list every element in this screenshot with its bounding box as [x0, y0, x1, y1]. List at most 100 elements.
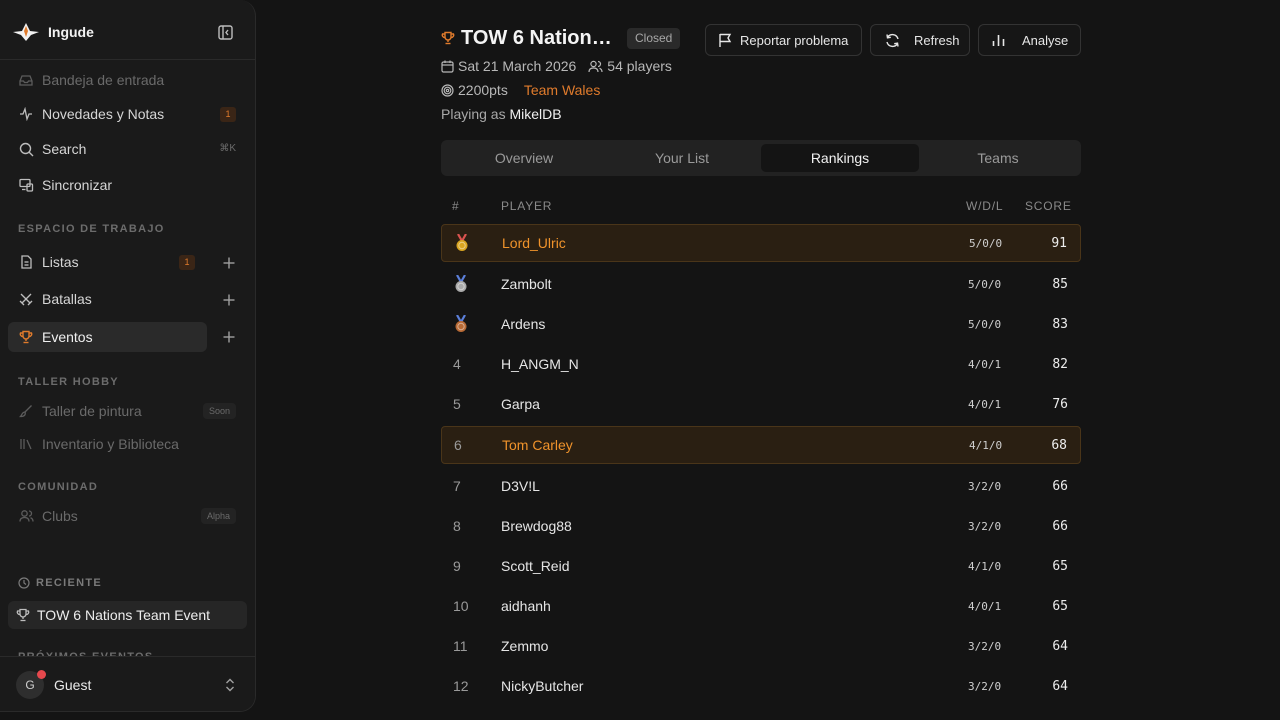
- player-name-cell[interactable]: Tom Carley: [502, 427, 573, 463]
- soon-badge: Soon: [202, 403, 236, 419]
- recent-event-item[interactable]: TOW 6 Nations Team Event: [8, 601, 247, 629]
- event-header: TOW 6 Nations Team Event: [441, 26, 619, 50]
- chevrons-up-down-icon[interactable]: [223, 677, 237, 693]
- player-name-cell[interactable]: Lord_Ulric: [502, 225, 566, 261]
- brand[interactable]: Ingude: [12, 20, 94, 44]
- table-row[interactable]: Ardens 5/0/0 83: [441, 305, 1081, 343]
- sidebar-item-label: Batallas: [42, 291, 92, 307]
- sidebar-item-inbox[interactable]: Bandeja de entrada: [8, 65, 246, 95]
- wdl-cell: 3/2/0: [968, 519, 1002, 533]
- sidebar-item-label: Listas: [42, 254, 79, 270]
- collapse-sidebar-icon[interactable]: [214, 21, 236, 43]
- add-battle-button[interactable]: [219, 290, 239, 310]
- wdl-cell: 3/2/0: [968, 679, 1002, 693]
- wdl-cell: 5/0/0: [968, 317, 1002, 331]
- wdl-cell: 3/2/0: [968, 639, 1002, 653]
- rank-cell: 9: [453, 558, 461, 574]
- tab-rankings[interactable]: Rankings: [761, 144, 919, 172]
- rank-cell: 6: [454, 437, 462, 453]
- recent-label-text: RECIENTE: [36, 577, 103, 589]
- table-row[interactable]: 4 H_ANGM_N 4/0/1 82: [441, 345, 1081, 383]
- gold-medal-icon: [454, 225, 470, 261]
- sidebar-item-label: Taller de pintura: [42, 403, 142, 419]
- wdl-cell: 4/0/1: [968, 357, 1002, 371]
- player-name-cell[interactable]: NickyButcher: [501, 667, 583, 705]
- sidebar-item-label: Search: [42, 141, 87, 157]
- table-row[interactable]: 9 Scott_Reid 4/1/0 65: [441, 547, 1081, 585]
- player-name-cell[interactable]: Brewdog88: [501, 507, 572, 545]
- table-row[interactable]: 12 NickyButcher 3/2/0 64: [441, 667, 1081, 705]
- alpha-badge: Alpha: [200, 508, 236, 524]
- sidebar: Ingude Bandeja de entrada Novedades y No…: [0, 0, 256, 712]
- rank-cell: 12: [453, 678, 469, 694]
- event-players-text: 54 players: [607, 58, 672, 74]
- table-row[interactable]: 8 Brewdog88 3/2/0 66: [441, 507, 1081, 545]
- sidebar-item-battles[interactable]: Batallas: [8, 284, 205, 314]
- col-header-wdl: W/D/L: [966, 199, 1004, 213]
- table-row[interactable]: 10 aidhanh 4/0/1 65: [441, 587, 1081, 625]
- score-cell: 64: [1052, 678, 1068, 694]
- sidebar-item-lists[interactable]: Listas 1: [8, 247, 205, 277]
- event-players: 54 players: [588, 58, 672, 74]
- sidebar-item-news[interactable]: Novedades y Notas 1: [8, 99, 246, 129]
- refresh-button[interactable]: Refresh: [870, 24, 970, 56]
- event-date: Sat 21 March 2026: [441, 58, 576, 74]
- rank-cell: 11: [453, 638, 468, 654]
- bronze-medal-icon: [453, 305, 469, 343]
- player-name-cell[interactable]: Garpa: [501, 385, 540, 423]
- score-cell: 82: [1052, 356, 1068, 372]
- player-name-cell[interactable]: D3V!L: [501, 467, 540, 505]
- event-date-text: Sat 21 March 2026: [458, 58, 577, 74]
- search-icon: [18, 141, 34, 157]
- team-link[interactable]: Team Wales: [524, 82, 601, 98]
- recent-event-label: TOW 6 Nations Team Event: [37, 607, 210, 623]
- rank-cell: 4: [453, 356, 461, 372]
- library-icon: [18, 436, 34, 452]
- tab-overview[interactable]: Overview: [445, 144, 603, 172]
- file-icon: [18, 254, 34, 270]
- score-cell: 91: [1051, 235, 1067, 251]
- table-row[interactable]: 6 Tom Carley 4/1/0 68: [441, 426, 1081, 464]
- playing-as-user[interactable]: MikelDB: [509, 106, 561, 122]
- player-name-cell[interactable]: Zemmo: [501, 627, 548, 665]
- brush-icon: [18, 403, 34, 419]
- player-name-cell[interactable]: aidhanh: [501, 587, 551, 625]
- analyse-button[interactable]: Analyse: [978, 24, 1081, 56]
- sidebar-item-search[interactable]: Search ⌘K: [8, 134, 246, 164]
- player-name-cell[interactable]: Ardens: [501, 305, 545, 343]
- wdl-cell: 4/0/1: [968, 599, 1002, 613]
- event-points: 2200pts: [441, 82, 508, 98]
- add-event-button[interactable]: [219, 327, 239, 347]
- sidebar-item-paint[interactable]: Taller de pintura Soon: [8, 396, 246, 426]
- player-name-cell[interactable]: Scott_Reid: [501, 547, 569, 585]
- users-icon: [18, 508, 34, 524]
- sidebar-item-label: Bandeja de entrada: [42, 72, 165, 88]
- wdl-cell: 4/0/1: [968, 397, 1002, 411]
- report-issue-button[interactable]: Reportar problema: [705, 24, 862, 56]
- section-label-recent: RECIENTE: [18, 576, 102, 590]
- tab-your-list[interactable]: Your List: [603, 144, 761, 172]
- score-cell: 83: [1052, 316, 1068, 332]
- table-row[interactable]: 5 Garpa 4/0/1 76: [441, 385, 1081, 423]
- table-row[interactable]: 11 Zemmo 3/2/0 64: [441, 627, 1081, 665]
- app-name: Ingude: [48, 24, 94, 40]
- report-issue-label: Reportar problema: [740, 32, 849, 48]
- sidebar-item-sync[interactable]: Sincronizar: [8, 170, 246, 200]
- trophy-icon: [18, 329, 34, 345]
- player-name-cell[interactable]: Zambolt: [501, 265, 552, 303]
- wdl-cell: 4/1/0: [969, 438, 1003, 452]
- score-cell: 65: [1052, 558, 1068, 574]
- sidebar-item-events[interactable]: Eventos: [8, 322, 207, 352]
- silver-medal-icon: [453, 265, 469, 303]
- user-menu[interactable]: G Guest: [0, 656, 255, 711]
- sidebar-item-inventory[interactable]: Inventario y Biblioteca: [8, 429, 246, 459]
- add-list-button[interactable]: [219, 253, 239, 273]
- table-row[interactable]: Zambolt 5/0/0 85: [441, 265, 1081, 303]
- player-name-cell[interactable]: H_ANGM_N: [501, 345, 579, 383]
- table-row[interactable]: Lord_Ulric 5/0/0 91: [441, 224, 1081, 262]
- table-row[interactable]: 7 D3V!L 3/2/0 66: [441, 467, 1081, 505]
- tab-teams[interactable]: Teams: [919, 144, 1077, 172]
- wdl-cell: 4/1/0: [968, 559, 1002, 573]
- sidebar-item-clubs[interactable]: Clubs Alpha: [8, 501, 246, 531]
- lists-count-badge: 1: [179, 255, 195, 270]
